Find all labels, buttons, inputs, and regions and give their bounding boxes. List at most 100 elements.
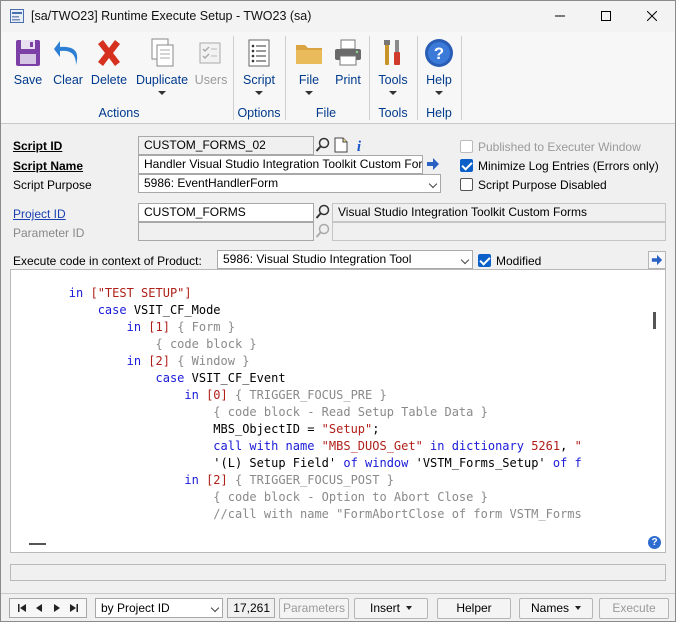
code-token: in	[184, 388, 207, 402]
code-token: '(L) Setup Field'	[213, 456, 344, 470]
group-label-tools: Tools	[378, 106, 408, 120]
new-note-button[interactable]	[332, 136, 350, 154]
parameter-description	[332, 222, 666, 241]
ribbon: Save Clear Delete Duplicate Users Action…	[1, 32, 675, 124]
parameter-id-field	[138, 222, 314, 241]
tools-button[interactable]: Tools	[373, 37, 413, 99]
clear-button[interactable]: Clear	[51, 37, 85, 99]
minimize-button[interactable]	[537, 1, 583, 31]
code-token: { code block - Option to Abort Close }	[213, 490, 488, 504]
folder-icon	[296, 45, 322, 64]
code-line: MBS_ObjectID = "Setup";	[11, 421, 582, 438]
project-id-link[interactable]: Project ID	[9, 205, 66, 223]
chevron-down-icon	[210, 603, 220, 613]
parameters-button[interactable]: Parameters	[279, 598, 349, 619]
help-button[interactable]: ? Help	[421, 37, 457, 99]
duplicate-button[interactable]: Duplicate	[133, 37, 191, 99]
context-expand-button[interactable]	[648, 251, 666, 269]
code-token: [2]	[148, 354, 178, 368]
delete-x-icon	[98, 40, 120, 66]
code-token: in	[68, 286, 91, 300]
code-token: in	[126, 354, 149, 368]
window-title: [sa/TWO23] Runtime Execute Setup - TWO23…	[31, 9, 312, 23]
save-button[interactable]: Save	[5, 37, 51, 99]
group-divider	[233, 36, 234, 120]
published-label: Published to Executer Window	[478, 140, 641, 154]
code-token: VSIT_CF_Mode	[133, 303, 221, 317]
chevron-down-icon	[406, 606, 412, 610]
lookup-button[interactable]	[314, 136, 332, 154]
code-token: VSIT_CF_Event	[191, 371, 286, 385]
chevron-down-icon	[389, 91, 397, 95]
info-button[interactable]: i	[350, 136, 368, 154]
code-token: of f	[552, 456, 582, 470]
checkbox-box	[460, 159, 473, 172]
names-button[interactable]: Names	[519, 598, 593, 619]
group-label-actions: Actions	[98, 106, 140, 120]
users-label: Users	[194, 73, 228, 87]
previous-record-icon[interactable]	[34, 603, 44, 613]
script-purpose-select[interactable]: 5986: EventHandlerForm	[138, 174, 441, 193]
script-button[interactable]: Script	[239, 37, 279, 99]
code-line: { code block - Read Setup Table Data }	[11, 404, 582, 421]
code-editor[interactable]: in ["TEST SETUP"] case VSIT_CF_Mode in […	[10, 269, 666, 553]
group-label-help: Help	[426, 106, 452, 120]
file-button[interactable]: File	[291, 37, 327, 99]
delete-button[interactable]: Delete	[87, 37, 131, 99]
purpose-disabled-checkbox[interactable]: Script Purpose Disabled	[460, 177, 607, 193]
vertical-scroll-indicator[interactable]	[653, 312, 656, 329]
code-line: { code block }	[11, 336, 582, 353]
file-label: File	[298, 73, 320, 87]
project-lookup-button[interactable]	[314, 203, 332, 221]
code-token: [2]	[206, 473, 235, 487]
duplicate-icon	[151, 38, 174, 67]
execute-button[interactable]: Execute	[599, 598, 669, 619]
helper-button[interactable]: Helper	[437, 598, 511, 619]
horizontal-scroll-indicator[interactable]	[29, 543, 46, 545]
group-label-file: File	[315, 106, 337, 120]
help-label: Help	[426, 73, 452, 87]
code-token: { Form }	[177, 320, 235, 334]
published-checkbox[interactable]: Published to Executer Window	[460, 139, 641, 155]
project-id-field[interactable]: CUSTOM_FORMS	[138, 203, 314, 222]
maximize-button[interactable]	[583, 1, 629, 31]
insert-label: Insert	[369, 601, 400, 615]
code-token: [0]	[206, 388, 235, 402]
save-label: Save	[13, 73, 43, 87]
checkbox-box	[478, 254, 491, 267]
group-divider	[461, 36, 462, 120]
tools-label: Tools	[378, 73, 408, 87]
next-record-icon[interactable]	[52, 603, 62, 613]
close-window-button[interactable]	[629, 1, 675, 31]
code-line: in [1] { Form }	[11, 319, 582, 336]
chevron-down-icon	[460, 255, 470, 265]
modified-checkbox[interactable]: Modified	[478, 253, 541, 269]
delete-label: Delete	[90, 73, 128, 87]
close-icon	[647, 11, 657, 21]
code-token: [1]	[148, 320, 178, 334]
minimize-log-checkbox[interactable]: Minimize Log Entries (Errors only)	[460, 158, 659, 174]
sort-select[interactable]: by Project ID	[95, 598, 223, 618]
editor-help-icon[interactable]: ?	[648, 536, 661, 549]
script-purpose-label: Script Purpose	[13, 178, 92, 192]
chevron-down-icon	[435, 91, 443, 95]
group-divider	[369, 36, 370, 120]
arrow-right-icon	[651, 254, 663, 266]
code-token: case	[155, 371, 192, 385]
code-token: "	[574, 439, 582, 453]
insert-button[interactable]: Insert	[354, 598, 428, 619]
script-label: Script	[243, 73, 275, 87]
group-divider	[417, 36, 418, 120]
print-button[interactable]: Print	[329, 37, 367, 99]
sort-value: by Project ID	[101, 601, 170, 615]
users-button[interactable]: Users	[191, 37, 231, 99]
script-name-field[interactable]: Handler Visual Studio Integration Toolki…	[138, 155, 423, 174]
first-record-icon[interactable]	[17, 603, 27, 613]
script-name-expand-button[interactable]	[424, 155, 442, 173]
code-token: "Setup"	[321, 422, 373, 436]
last-record-icon[interactable]	[69, 603, 79, 613]
script-id-field[interactable]: CUSTOM_FORMS_02	[138, 136, 314, 155]
context-product-select[interactable]: 5986: Visual Studio Integration Tool	[217, 250, 473, 269]
chevron-down-icon	[428, 179, 438, 189]
app-icon	[10, 9, 24, 23]
